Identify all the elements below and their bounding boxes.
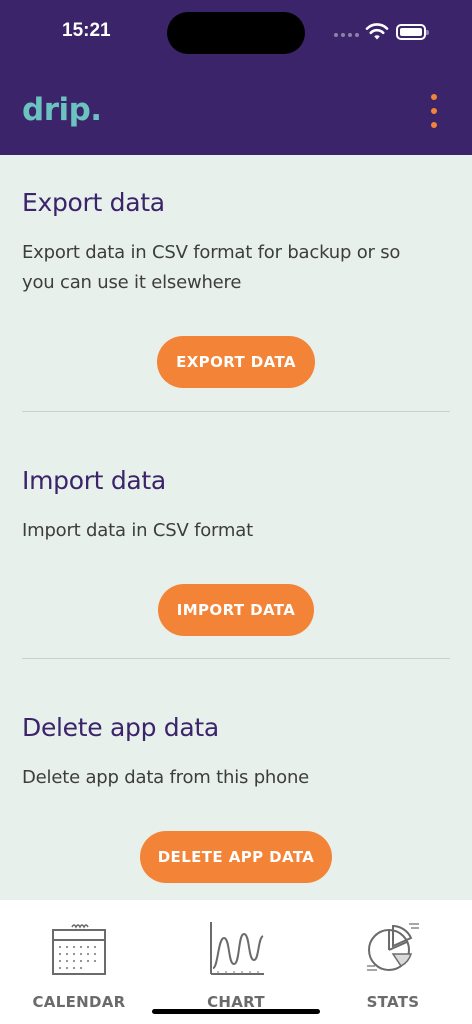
export-description-line-1: Export data in CSV format for backup or … (22, 242, 401, 263)
app-header: drip. (0, 70, 472, 155)
app-logo: drip. (22, 92, 102, 128)
export-section: Export data Export data in CSV format fo… (22, 188, 450, 298)
home-indicator (152, 1009, 320, 1014)
stats-icon (367, 923, 419, 971)
divider (22, 411, 450, 412)
status-time: 15:21 (62, 20, 111, 41)
bottom-tab-bar: CALENDAR CHART STATS (0, 900, 472, 1024)
tab-chart[interactable]: CHART (176, 914, 296, 1011)
tab-calendar[interactable]: CALENDAR (19, 914, 139, 1011)
export-data-button[interactable]: EXPORT DATA (157, 336, 315, 388)
import-section: Import data Import data in CSV format (22, 466, 450, 546)
delete-title: Delete app data (22, 713, 219, 742)
data-settings-content: Export data Export data in CSV format fo… (0, 155, 472, 900)
export-description: Export data in CSV format for backup or … (22, 238, 450, 298)
dynamic-island (167, 12, 305, 54)
battery-icon (396, 24, 429, 40)
export-title: Export data (22, 188, 165, 217)
tab-calendar-label: CALENDAR (32, 993, 126, 1011)
wifi-icon (365, 23, 389, 40)
import-data-button[interactable]: IMPORT DATA (158, 584, 314, 636)
export-description-line-2: you can use it elsewhere (22, 272, 242, 293)
divider (22, 658, 450, 659)
delete-description: Delete app data from this phone (22, 767, 310, 788)
chart-icon (210, 922, 264, 975)
import-title: Import data (22, 466, 166, 495)
more-menu-icon[interactable] (426, 94, 442, 128)
calendar-icon (52, 924, 106, 975)
cellular-signal-icon (334, 33, 359, 37)
tab-stats-label: STATS (366, 993, 420, 1011)
delete-app-data-button[interactable]: DELETE APP DATA (140, 831, 332, 883)
import-description: Import data in CSV format (22, 520, 253, 541)
tab-stats[interactable]: STATS (333, 914, 453, 1011)
status-bar: 15:21 (0, 0, 472, 70)
delete-section: Delete app data Delete app data from thi… (22, 713, 450, 793)
